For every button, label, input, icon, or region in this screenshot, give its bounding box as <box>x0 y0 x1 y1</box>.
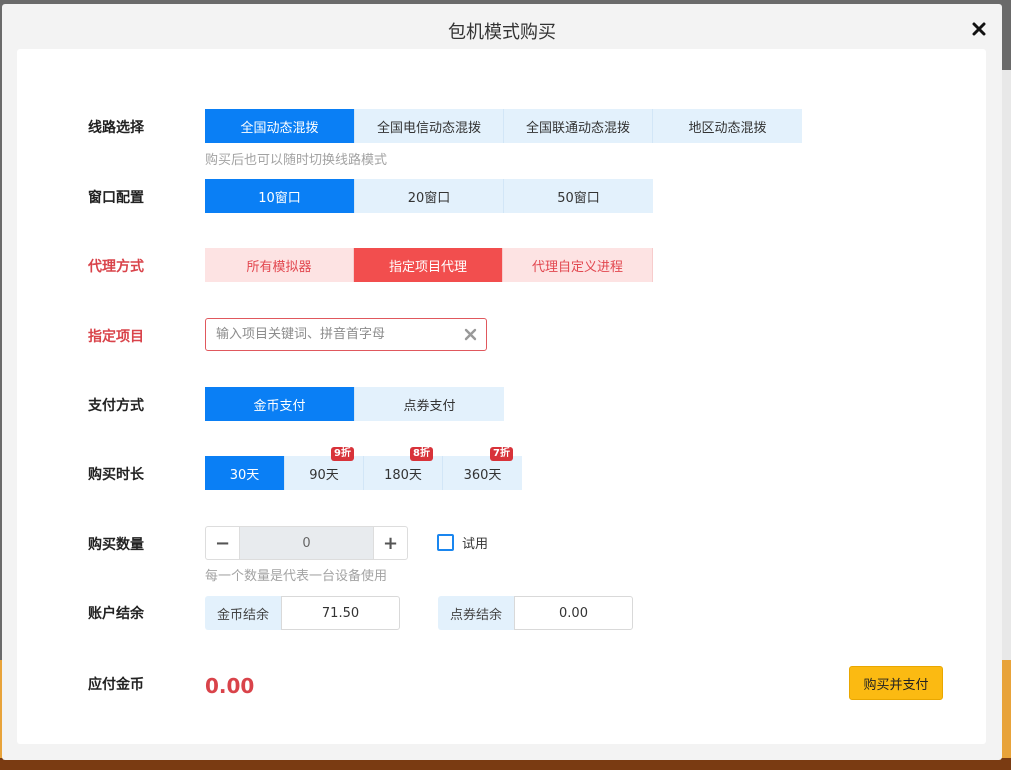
voucher-balance-label: 点券结余 <box>438 596 515 630</box>
line-option-telecom-mixed[interactable]: 全国电信动态混拨 <box>355 109 504 143</box>
due-amount: 0.00 <box>205 674 255 698</box>
line-option-regional-mixed[interactable]: 地区动态混拨 <box>653 109 802 143</box>
quantity-hint: 每一个数量是代表一台设备使用 <box>205 569 388 584</box>
duration-option-360[interactable]: 360天 7折 <box>443 447 522 490</box>
duration-option-90[interactable]: 90天 9折 <box>285 447 364 490</box>
discount-badge: 7折 <box>490 447 513 461</box>
duration-selector: 30天 90天 9折 180天 8折 360天 7折 <box>205 447 522 490</box>
project-label: 指定项目 <box>88 329 144 345</box>
voucher-balance-value: 0.00 <box>514 596 634 630</box>
quantity-stepper: − 0 + <box>205 526 408 560</box>
coin-balance: 金币结余 71.50 <box>205 596 401 630</box>
quantity-plus-button[interactable]: + <box>374 527 407 559</box>
proxy-selector: 所有模拟器 指定项目代理 代理自定义进程 <box>205 248 653 282</box>
duration-option-label: 360天 <box>463 467 502 483</box>
discount-badge: 9折 <box>331 447 354 461</box>
window-selector: 10窗口 20窗口 50窗口 <box>205 179 653 213</box>
window-option-10[interactable]: 10窗口 <box>205 179 355 213</box>
project-search <box>205 318 487 351</box>
duration-option-label: 180天 <box>384 467 422 483</box>
line-hint: 购买后也可以随时切换线路模式 <box>205 153 388 168</box>
checkbox-icon[interactable] <box>437 534 454 551</box>
payment-option-coin[interactable]: 金币支付 <box>205 387 355 421</box>
quantity-minus-button[interactable]: − <box>206 527 239 559</box>
quantity-value[interactable]: 0 <box>239 527 374 559</box>
purchase-dialog: 包机模式购买 线路选择 全国动态混拨 全国电信动态混拨 全国联通动态混拨 地区动… <box>2 4 1002 760</box>
payment-selector: 金币支付 点券支付 <box>205 387 504 421</box>
discount-badge: 8折 <box>410 447 433 461</box>
proxy-option-custom-process[interactable]: 代理自定义进程 <box>503 248 653 282</box>
close-icon <box>972 22 986 36</box>
buy-and-pay-button[interactable]: 购买并支付 <box>849 666 943 700</box>
line-option-national-mixed[interactable]: 全国动态混拨 <box>205 109 355 143</box>
duration-label: 购买时长 <box>88 467 144 483</box>
window-label: 窗口配置 <box>88 190 144 206</box>
clear-icon[interactable] <box>464 328 477 341</box>
payment-label: 支付方式 <box>88 398 144 414</box>
duration-option-30[interactable]: 30天 <box>205 456 285 490</box>
proxy-label: 代理方式 <box>88 259 144 275</box>
coin-balance-label: 金币结余 <box>205 596 282 630</box>
project-search-input[interactable] <box>216 319 456 350</box>
voucher-balance: 点券结余 0.00 <box>438 596 634 630</box>
payment-option-voucher[interactable]: 点券支付 <box>355 387 504 421</box>
duration-option-180[interactable]: 180天 8折 <box>364 447 443 490</box>
proxy-option-specified-project[interactable]: 指定项目代理 <box>354 248 503 282</box>
coin-balance-value: 71.50 <box>281 596 401 630</box>
trial-label: 试用 <box>462 537 489 552</box>
dialog-title: 包机模式购买 <box>448 22 556 43</box>
quantity-label: 购买数量 <box>88 537 144 553</box>
window-option-20[interactable]: 20窗口 <box>355 179 504 213</box>
close-button[interactable] <box>968 18 990 40</box>
form-panel: 线路选择 全国动态混拨 全国电信动态混拨 全国联通动态混拨 地区动态混拨 购买后… <box>17 49 986 744</box>
duration-option-label: 30天 <box>229 467 260 483</box>
line-selector: 全国动态混拨 全国电信动态混拨 全国联通动态混拨 地区动态混拨 <box>205 109 802 143</box>
line-label: 线路选择 <box>88 120 144 136</box>
due-label: 应付金币 <box>88 677 144 693</box>
window-option-50[interactable]: 50窗口 <box>504 179 653 213</box>
line-option-unicom-mixed[interactable]: 全国联通动态混拨 <box>504 109 653 143</box>
duration-option-label: 90天 <box>309 467 339 483</box>
trial-checkbox[interactable]: 试用 <box>437 533 488 552</box>
proxy-option-all-emulators[interactable]: 所有模拟器 <box>205 248 354 282</box>
balance-label: 账户结余 <box>88 606 144 622</box>
